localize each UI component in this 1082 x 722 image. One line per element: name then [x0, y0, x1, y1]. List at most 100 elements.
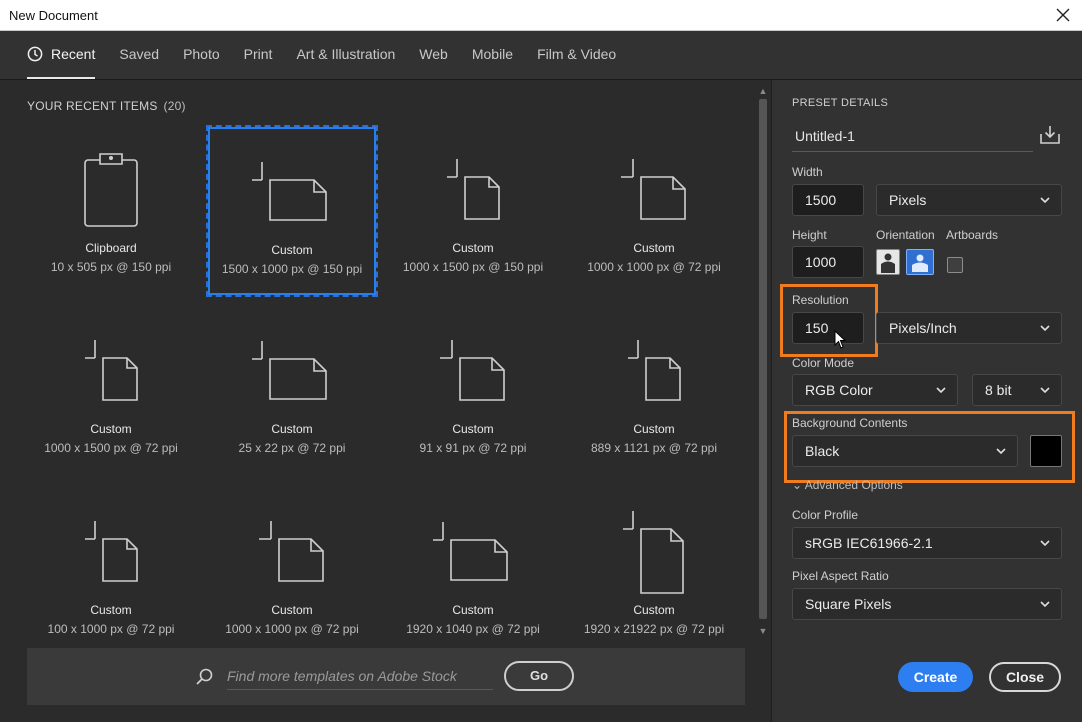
tab-photo[interactable]: Photo: [183, 31, 220, 77]
orientation-label: Orientation: [876, 228, 935, 242]
tab-saved[interactable]: Saved: [119, 31, 159, 77]
scroll-up-icon[interactable]: ▲: [756, 85, 770, 97]
landscape-orientation-button[interactable]: [906, 249, 934, 275]
tab-recent[interactable]: Recent: [27, 31, 96, 79]
recent-item-meta: 25 x 22 px @ 72 ppi: [238, 441, 346, 455]
recent-item[interactable]: Custom 1000 x 1000 px @ 72 ppi: [570, 127, 738, 295]
color-profile-value: sRGB IEC61966-2.1: [805, 535, 933, 551]
tab-web[interactable]: Web: [419, 31, 448, 77]
width-input[interactable]: 1500: [792, 184, 864, 216]
go-button[interactable]: Go: [504, 661, 574, 691]
clock-icon: [27, 46, 43, 62]
color-mode-label: Color Mode: [792, 356, 855, 370]
document-name-input[interactable]: Untitled-1: [792, 120, 1033, 152]
chevron-down-icon: [996, 448, 1006, 455]
portrait-orientation-button[interactable]: [876, 249, 900, 275]
tab-label: Recent: [51, 46, 96, 62]
recent-item-name: Custom: [633, 603, 675, 617]
pixel-aspect-label: Pixel Aspect Ratio: [792, 569, 889, 583]
tab-film-video[interactable]: Film & Video: [537, 31, 616, 77]
portrait-icon: [881, 253, 895, 273]
portrait-doc-icon: [570, 328, 738, 413]
recent-item-name: Custom: [90, 603, 132, 617]
color-profile-label: Color Profile: [792, 508, 859, 522]
recent-item[interactable]: Custom 100 x 1000 px @ 72 ppi: [27, 489, 195, 657]
recent-item[interactable]: Custom 889 x 1121 px @ 72 ppi: [570, 308, 738, 476]
resolution-input[interactable]: 150: [792, 312, 864, 344]
recent-item[interactable]: Custom 1500 x 1000 px @ 150 ppi: [206, 125, 378, 297]
recent-item-name: Custom: [271, 603, 313, 617]
advanced-options-label: Advanced Options: [804, 478, 903, 492]
create-button[interactable]: Create: [898, 662, 973, 692]
chevron-down-icon: [1040, 540, 1050, 547]
tab-print[interactable]: Print: [244, 31, 273, 77]
recent-item-name: Custom: [452, 603, 494, 617]
recent-item-name: Custom: [452, 422, 494, 436]
height-label: Height: [792, 228, 827, 242]
close-button[interactable]: Close: [989, 662, 1061, 692]
recent-items-pane: YOUR RECENT ITEMS (20) Clipboard 10 x 505 …: [0, 80, 771, 722]
width-label: Width: [792, 165, 823, 179]
category-tabs: Recent Saved Photo Print Art & Illustrat…: [0, 31, 1082, 79]
preset-details-pane: PRESET DETAILS Untitled-1 Width 1500 Pix…: [771, 80, 1082, 722]
background-color-swatch[interactable]: [1030, 435, 1062, 467]
recent-item[interactable]: Clipboard 10 x 505 px @ 150 ppi: [27, 127, 195, 295]
pixel-aspect-select[interactable]: Square Pixels: [792, 588, 1062, 620]
landscape-doc-icon: [208, 328, 376, 413]
recent-count: (20): [163, 99, 186, 113]
portrait-doc-icon: [27, 328, 195, 413]
color-profile-select[interactable]: sRGB IEC61966-2.1: [792, 527, 1062, 559]
recent-item[interactable]: Custom 1000 x 1000 px @ 72 ppi: [208, 489, 376, 657]
recent-item[interactable]: Custom 25 x 22 px @ 72 ppi: [208, 308, 376, 476]
recent-item-name: Clipboard: [85, 241, 137, 255]
background-contents-select[interactable]: Black: [792, 435, 1018, 467]
recent-item[interactable]: Custom 1000 x 1500 px @ 150 ppi: [389, 127, 557, 295]
title-bar: New Document: [0, 0, 1082, 31]
scrollbar-thumb[interactable]: [759, 99, 767, 619]
recent-item-name: Custom: [633, 241, 675, 255]
tab-art-illustration[interactable]: Art & Illustration: [296, 31, 395, 77]
landscape-icon: [912, 254, 928, 272]
tab-mobile[interactable]: Mobile: [472, 31, 513, 77]
scroll-down-icon[interactable]: ▼: [756, 625, 770, 637]
width-unit-select[interactable]: Pixels: [876, 184, 1062, 216]
square-doc-icon: [208, 509, 376, 594]
background-contents-value: Black: [805, 443, 840, 459]
width-unit-value: Pixels: [889, 192, 927, 208]
save-preset-icon[interactable]: [1039, 124, 1061, 151]
recent-item-meta: 1920 x 21922 px @ 72 ppi: [583, 622, 725, 636]
chevron-down-icon: [1040, 325, 1050, 332]
pixel-aspect-value: Square Pixels: [805, 596, 892, 612]
recent-item[interactable]: Custom 1920 x 21922 px @ 72 ppi: [570, 489, 738, 657]
close-window-icon[interactable]: [1054, 6, 1072, 24]
recent-item-meta: 10 x 505 px @ 150 ppi: [50, 260, 172, 274]
square-doc-icon: [570, 147, 738, 232]
recent-item-meta: 1000 x 1000 px @ 72 ppi: [587, 260, 721, 274]
chevron-down-icon: [1040, 387, 1050, 394]
artboards-label: Artboards: [946, 228, 999, 242]
resolution-unit-select[interactable]: Pixels/Inch: [876, 312, 1062, 344]
resolution-unit-value: Pixels/Inch: [889, 320, 957, 336]
artboards-checkbox[interactable]: [947, 257, 963, 273]
recent-item[interactable]: Custom 1000 x 1500 px @ 72 ppi: [27, 308, 195, 476]
recent-items-scrollbar[interactable]: ▲ ▼: [756, 83, 770, 639]
bit-depth-select[interactable]: 8 bit: [972, 374, 1062, 406]
recent-item[interactable]: Custom 91 x 91 px @ 72 ppi: [389, 308, 557, 476]
clipboard-icon: [27, 147, 195, 232]
recent-item[interactable]: Custom 1920 x 1040 px @ 72 ppi: [389, 489, 557, 657]
stock-search-input[interactable]: Find more templates on Adobe Stock: [227, 663, 493, 690]
recent-item-meta: 100 x 1000 px @ 72 ppi: [47, 622, 175, 636]
recent-item-meta: 1500 x 1000 px @ 150 ppi: [221, 262, 363, 276]
color-mode-value: RGB Color: [805, 382, 873, 398]
height-input[interactable]: 1000: [792, 246, 864, 278]
color-mode-select[interactable]: RGB Color: [792, 374, 958, 406]
recent-item-meta: 91 x 91 px @ 72 ppi: [419, 441, 527, 455]
square-doc-icon: [389, 328, 557, 413]
recent-item-meta: 1920 x 1040 px @ 72 ppi: [406, 622, 540, 636]
background-contents-label: Background Contents: [792, 416, 908, 430]
chevron-down-icon: [1040, 197, 1050, 204]
chevron-down-icon: ⌄: [792, 478, 805, 492]
recent-item-meta: 1000 x 1500 px @ 72 ppi: [44, 441, 178, 455]
advanced-options-toggle[interactable]: ⌄ Advanced Options: [792, 478, 903, 492]
portrait-doc-icon: [389, 147, 557, 232]
